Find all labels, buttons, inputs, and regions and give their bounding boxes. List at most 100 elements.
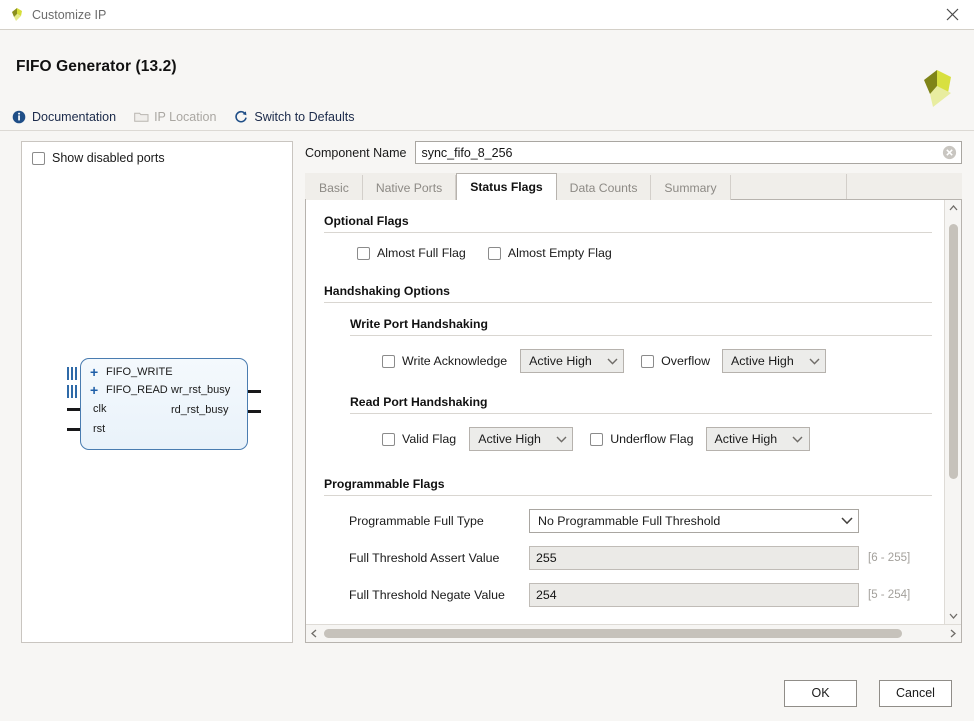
programmable-full-type-row: Programmable Full Type No Programmable F… — [349, 509, 932, 533]
tab-basic-label: Basic — [319, 181, 349, 195]
content-horizontal-scrollbar[interactable] — [306, 624, 961, 642]
port-label-fifo-write: FIFO_WRITE — [106, 366, 173, 378]
port-diagram-panel: Show disabled ports + FIFO_WRITE + FIFO_… — [21, 141, 293, 643]
documentation-link[interactable]: Documentation — [11, 109, 116, 125]
handshaking-options-title: Handshaking Options — [324, 284, 932, 298]
full-threshold-assert-row: Full Threshold Assert Value [6 - 255] — [349, 546, 932, 570]
section-handshaking-options: Handshaking Options — [324, 284, 932, 303]
horizontal-scroll-track[interactable] — [322, 625, 945, 642]
window-title: Customize IP — [32, 8, 106, 22]
almost-empty-flag-checkbox[interactable]: Almost Empty Flag — [488, 246, 612, 260]
show-disabled-ports-checkbox[interactable]: Show disabled ports — [22, 142, 165, 165]
config-panel: Component Name Basic Native Ports Statu — [305, 141, 962, 643]
read-port-handshaking-title: Read Port Handshaking — [350, 395, 932, 409]
programmable-full-type-label: Programmable Full Type — [349, 514, 529, 528]
component-name-input[interactable] — [415, 141, 962, 164]
port-label-rst: rst — [93, 423, 105, 435]
scroll-right-icon[interactable] — [945, 626, 961, 642]
info-icon — [11, 109, 27, 125]
valid-flag-checkbox[interactable]: Valid Flag — [382, 432, 456, 446]
status-flags-content: Optional Flags Almost Full Flag Almost E… — [306, 200, 944, 624]
port-label-wr-rst-busy: wr_rst_busy — [171, 384, 230, 396]
underflow-flag-polarity-value: Active High — [715, 432, 787, 446]
content-vertical-scrollbar[interactable] — [944, 200, 961, 624]
tab-status-flags[interactable]: Status Flags — [456, 173, 556, 200]
component-name-label: Component Name — [305, 146, 406, 160]
expand-fifo-read-icon[interactable]: + — [90, 383, 98, 397]
tab-native-ports[interactable]: Native Ports — [363, 175, 456, 200]
component-name-row: Component Name — [305, 141, 962, 164]
xilinx-logo-small-icon — [9, 7, 25, 23]
read-port-rule — [350, 413, 932, 414]
almost-full-flag-label: Almost Full Flag — [377, 246, 466, 260]
xilinx-logo — [913, 68, 957, 110]
chevron-down-icon — [550, 436, 572, 443]
clear-circle-icon[interactable] — [942, 145, 957, 160]
programmable-flags-rule — [324, 495, 932, 496]
checkbox-box — [382, 355, 395, 368]
page-title: FIFO Generator (13.2) — [16, 58, 177, 76]
switch-to-defaults-link[interactable]: Switch to Defaults — [233, 109, 354, 125]
tab-basic[interactable]: Basic — [306, 175, 363, 200]
documentation-label: Documentation — [32, 110, 116, 124]
write-acknowledge-polarity-dropdown[interactable]: Active High — [520, 349, 624, 373]
section-optional-flags: Optional Flags Almost Full Flag Almost E… — [324, 214, 932, 260]
cancel-button[interactable]: Cancel — [879, 680, 952, 707]
chevron-down-icon — [601, 358, 623, 365]
tab-data-counts[interactable]: Data Counts — [557, 175, 652, 200]
handshaking-options-rule — [324, 302, 932, 303]
checkbox-box — [590, 433, 603, 446]
optional-flags-row: Almost Full Flag Almost Empty Flag — [357, 246, 932, 260]
programmable-full-type-dropdown[interactable]: No Programmable Full Threshold — [529, 509, 859, 533]
tab-summary[interactable]: Summary — [651, 175, 730, 200]
tab-content-panel: Optional Flags Almost Full Flag Almost E… — [305, 200, 962, 643]
write-acknowledge-checkbox[interactable]: Write Acknowledge — [382, 354, 507, 368]
section-write-port-handshaking: Write Port Handshaking Write Acknowledge… — [350, 317, 932, 373]
show-disabled-ports-label: Show disabled ports — [52, 151, 165, 165]
scroll-left-icon[interactable] — [306, 626, 322, 642]
full-threshold-assert-input[interactable] — [529, 546, 859, 570]
customize-ip-dialog: Customize IP FIFO Generator (13.2) — [0, 0, 974, 721]
scroll-down-icon[interactable] — [945, 608, 961, 624]
ip-block-diagram: + FIFO_WRITE + FIFO_READ clk rst wr_rst_… — [58, 358, 258, 451]
write-port-handshaking-title: Write Port Handshaking — [350, 317, 932, 331]
write-port-rule — [350, 335, 932, 336]
bus-stub-write — [67, 367, 77, 380]
write-port-row: Write Acknowledge Active High — [382, 349, 932, 373]
tab-bar: Basic Native Ports Status Flags Data Cou… — [305, 173, 962, 200]
switch-to-defaults-label: Switch to Defaults — [254, 110, 354, 124]
section-programmable-flags: Programmable Flags Programmable Full Typ… — [324, 477, 932, 607]
wire-wr-rst-busy — [248, 390, 261, 393]
scroll-up-icon[interactable] — [945, 200, 961, 216]
port-label-fifo-read: FIFO_READ — [106, 384, 168, 396]
overflow-polarity-value: Active High — [731, 354, 803, 368]
expand-fifo-write-icon[interactable]: + — [90, 365, 98, 379]
horizontal-scroll-thumb[interactable] — [324, 629, 902, 638]
underflow-flag-polarity-dropdown[interactable]: Active High — [706, 427, 810, 451]
vertical-scroll-track[interactable] — [945, 216, 961, 608]
section-read-port-handshaking: Read Port Handshaking Valid Flag Active … — [350, 395, 932, 451]
tab-status-flags-label: Status Flags — [470, 180, 542, 194]
checkbox-box — [32, 152, 45, 165]
underflow-flag-checkbox[interactable]: Underflow Flag — [590, 432, 693, 446]
full-threshold-negate-input[interactable] — [529, 583, 859, 607]
tab-summary-label: Summary — [664, 181, 716, 195]
valid-flag-polarity-dropdown[interactable]: Active High — [469, 427, 573, 451]
almost-full-flag-checkbox[interactable]: Almost Full Flag — [357, 246, 466, 260]
tab-bar-filler — [731, 174, 847, 199]
overflow-checkbox[interactable]: Overflow — [641, 354, 710, 368]
ip-location-link[interactable]: IP Location — [133, 109, 216, 125]
valid-flag-polarity-value: Active High — [478, 432, 550, 446]
chevron-down-icon — [787, 436, 809, 443]
overflow-polarity-dropdown[interactable]: Active High — [722, 349, 826, 373]
chevron-down-icon — [803, 358, 825, 365]
tab-native-ports-label: Native Ports — [376, 181, 442, 195]
full-threshold-assert-range: [6 - 255] — [868, 552, 910, 564]
close-icon[interactable] — [930, 0, 974, 29]
optional-flags-rule — [324, 232, 932, 233]
valid-flag-label: Valid Flag — [402, 432, 456, 446]
programmable-full-type-value: No Programmable Full Threshold — [538, 514, 836, 528]
ok-button[interactable]: OK — [784, 680, 857, 707]
wire-clk — [67, 408, 80, 411]
vertical-scroll-thumb[interactable] — [949, 224, 958, 479]
